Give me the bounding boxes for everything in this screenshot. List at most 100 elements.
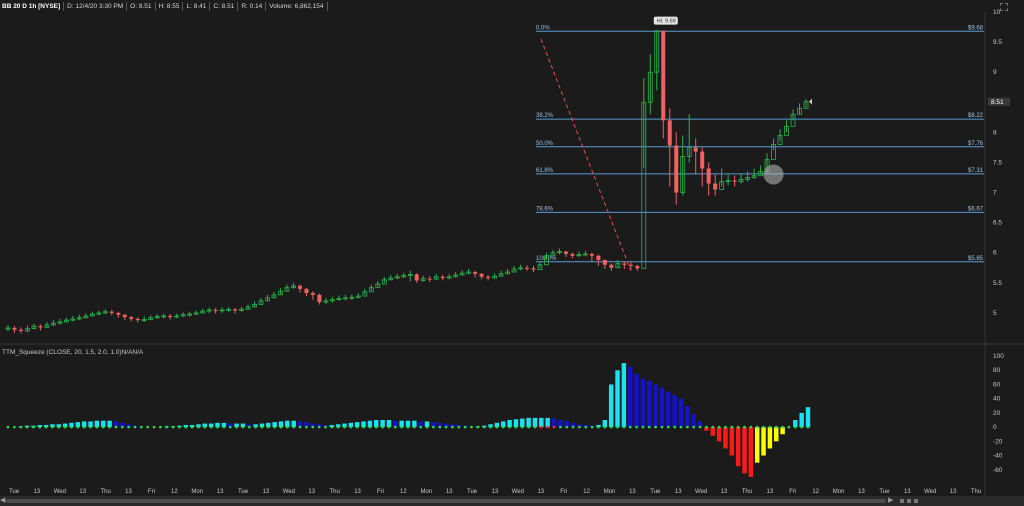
fib-level-label: 78.6% — [536, 206, 554, 212]
time-scrollbar[interactable]: ◀ ▶ — [0, 496, 1024, 506]
histogram-bar[interactable] — [742, 427, 747, 474]
histogram-bar[interactable] — [628, 366, 633, 428]
candle-body[interactable] — [486, 276, 491, 279]
fullscreen-icon[interactable] — [1000, 3, 1008, 11]
oscillator-axis-tick: 0 — [993, 424, 997, 431]
histogram-bar[interactable] — [767, 427, 773, 449]
squeeze-dot — [686, 425, 689, 429]
candle-body[interactable] — [479, 273, 484, 277]
candle-body[interactable] — [525, 267, 530, 269]
histogram-bar[interactable] — [666, 391, 671, 428]
candle-body[interactable] — [635, 265, 640, 269]
histogram-bar[interactable] — [640, 378, 646, 428]
squeeze-dot — [476, 425, 480, 429]
squeeze-dot — [330, 425, 334, 429]
histogram-bar[interactable] — [678, 398, 684, 428]
candle-body[interactable] — [427, 278, 432, 280]
histogram-bar[interactable] — [659, 388, 665, 428]
trend-line[interactable] — [540, 38, 632, 271]
histogram-bar[interactable] — [615, 370, 620, 428]
candle-body[interactable] — [440, 276, 445, 279]
candle-body[interactable] — [122, 314, 127, 318]
candle-body[interactable] — [135, 318, 140, 321]
candle-body[interactable] — [700, 151, 705, 169]
candle-body[interactable] — [317, 294, 322, 303]
squeeze-dot — [292, 425, 296, 429]
candle-body[interactable] — [622, 263, 627, 265]
squeeze-dot — [787, 425, 791, 429]
histogram-bar[interactable] — [653, 384, 658, 428]
histogram-bar[interactable] — [748, 427, 754, 477]
squeeze-dot — [540, 425, 543, 429]
histogram-bar[interactable] — [729, 427, 735, 456]
squeeze-dot — [178, 425, 181, 429]
candle-body[interactable] — [18, 329, 23, 331]
histogram-bar[interactable] — [805, 407, 811, 428]
squeeze-dot — [76, 425, 80, 429]
candle-body[interactable] — [596, 255, 601, 260]
candle-body[interactable] — [661, 30, 666, 121]
candle-body[interactable] — [589, 253, 594, 256]
histogram-bar[interactable] — [672, 395, 677, 428]
time-axis-tick: 13 — [308, 489, 315, 495]
candle-body[interactable] — [570, 253, 575, 256]
histogram-bar[interactable] — [539, 417, 544, 428]
candle-body[interactable] — [116, 312, 121, 315]
drawing-tool-icon[interactable] — [907, 499, 911, 503]
histogram-bar[interactable] — [754, 427, 760, 463]
candle-body[interactable] — [531, 268, 536, 270]
chart-canvas[interactable]: 109.598.587.576.565.550.0%$9.6838.2%$8.2… — [0, 0, 1024, 506]
histogram-bar[interactable] — [545, 417, 550, 428]
scroll-left-icon[interactable]: ◀ — [0, 497, 5, 505]
candle-body[interactable] — [109, 311, 114, 313]
candle-body[interactable] — [713, 183, 718, 190]
candle-body[interactable] — [38, 326, 43, 328]
histogram-bar[interactable] — [685, 405, 690, 428]
candle-body[interactable] — [304, 288, 309, 294]
histogram-bar[interactable] — [621, 363, 627, 428]
price-axis-tick: 9.5 — [993, 39, 1002, 46]
candle-body[interactable] — [609, 264, 614, 268]
squeeze-dot — [324, 425, 327, 429]
time-axis-tick: 13 — [950, 489, 957, 495]
squeeze-dot — [781, 425, 784, 429]
candle-body[interactable] — [693, 147, 698, 152]
histogram-bar[interactable] — [716, 427, 722, 442]
histogram-bar[interactable] — [634, 373, 639, 428]
candle-body[interactable] — [732, 180, 737, 182]
histogram-bar[interactable] — [761, 427, 766, 456]
histogram-bar[interactable] — [735, 427, 741, 467]
candle-body[interactable] — [706, 168, 711, 184]
candle-body[interactable] — [414, 274, 419, 281]
drawing-tool-icon[interactable] — [914, 499, 918, 503]
candle-body[interactable] — [667, 120, 672, 146]
histogram-bar[interactable] — [608, 384, 614, 428]
highlight-marker — [763, 164, 784, 185]
scroll-right-icon[interactable]: ▶ — [888, 497, 893, 505]
candle-body[interactable] — [168, 315, 173, 318]
squeeze-dot — [209, 425, 213, 429]
candle-body[interactable] — [674, 145, 679, 193]
candle-body[interactable] — [233, 309, 238, 311]
histogram-bar[interactable] — [691, 414, 696, 428]
candle-body[interactable] — [310, 293, 315, 295]
drawing-tool-icon[interactable] — [900, 499, 904, 503]
histogram-bar[interactable] — [799, 412, 804, 428]
candle-body[interactable] — [213, 309, 218, 311]
histogram-bar[interactable] — [647, 380, 652, 428]
candle-body[interactable] — [602, 259, 607, 265]
candle-body[interactable] — [628, 264, 633, 266]
squeeze-dot — [482, 425, 486, 429]
candle-body[interactable] — [297, 285, 302, 289]
scroll-thumb[interactable] — [6, 499, 886, 503]
candle-body[interactable] — [129, 317, 134, 319]
histogram-bar[interactable] — [723, 427, 728, 449]
histogram-bar[interactable] — [532, 417, 538, 428]
time-axis-tick: 12 — [400, 489, 407, 495]
time-axis-tick: Wed — [283, 489, 295, 495]
histogram-bar[interactable] — [526, 417, 531, 428]
candle-body[interactable] — [12, 327, 17, 330]
histogram-bar[interactable] — [774, 427, 779, 442]
candle-body[interactable] — [563, 251, 568, 254]
candle-body[interactable] — [473, 271, 478, 274]
